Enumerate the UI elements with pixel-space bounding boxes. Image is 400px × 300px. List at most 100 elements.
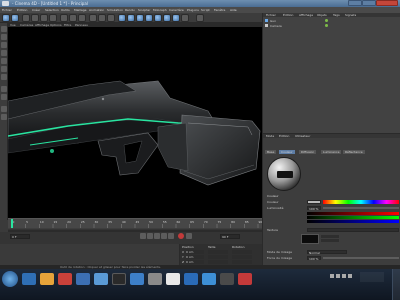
mat-tab-reflectance[interactable]: Réflectance	[343, 150, 365, 154]
om-menu-objects[interactable]: Objets	[315, 13, 329, 17]
mix-mode-select[interactable]: Normal	[307, 250, 347, 255]
am-menu-user[interactable]: Utilisateur	[293, 134, 312, 138]
taskbar-app-icon[interactable]	[76, 273, 90, 285]
tray-icon[interactable]	[336, 274, 340, 278]
mat-tab-basic[interactable]: Base	[265, 150, 277, 154]
subdivision-icon[interactable]	[136, 14, 144, 22]
menu-select[interactable]: Sélection	[45, 8, 59, 12]
om-menu-tags[interactable]: Tags	[331, 13, 342, 17]
taskbar-app-icon[interactable]	[40, 273, 54, 285]
menu-window[interactable]: Fenêtre	[214, 8, 225, 12]
size-z-field[interactable]	[208, 260, 228, 264]
goto-end-icon[interactable]	[168, 233, 174, 239]
tray-icon[interactable]	[348, 274, 352, 278]
menu-script[interactable]: Script	[201, 8, 210, 12]
previous-frame-icon[interactable]	[147, 233, 153, 239]
end-frame-field[interactable]: 90 F	[220, 234, 240, 239]
show-desktop-button[interactable]	[392, 269, 400, 300]
am-menu-edit[interactable]: Édition	[277, 134, 291, 138]
menu-help[interactable]: Aide	[230, 8, 237, 12]
scale-icon[interactable]	[40, 14, 48, 22]
red-channel-slider[interactable]	[307, 212, 399, 215]
tray-icon[interactable]	[342, 274, 346, 278]
menu-edit[interactable]: Édition	[17, 8, 27, 12]
clock[interactable]	[360, 272, 384, 282]
rotation-p-field[interactable]	[232, 255, 252, 259]
viewport-menu-display[interactable]: Affichage	[35, 23, 49, 27]
menu-character[interactable]: Caractère	[169, 8, 184, 12]
goto-start-icon[interactable]	[140, 233, 146, 239]
taskbar-app-icon[interactable]	[238, 273, 252, 285]
rotation-h-field[interactable]	[232, 250, 252, 254]
maximize-button[interactable]	[362, 0, 376, 6]
viewport-menu-filter[interactable]: Filtre	[64, 23, 71, 27]
floor-icon[interactable]	[163, 14, 171, 22]
color-spectrum[interactable]	[323, 200, 399, 204]
object-row-gun[interactable]: Gun	[265, 19, 395, 23]
taskbar-app-icon[interactable]	[22, 273, 36, 285]
taskbar-app-icon[interactable]	[184, 273, 198, 285]
viewport-menu-cameras[interactable]: Caméras	[20, 23, 33, 27]
brightness-field[interactable]: 100 %	[307, 206, 321, 211]
menu-render[interactable]: Rendu	[125, 8, 135, 12]
polygons-mode-icon[interactable]	[1, 74, 7, 80]
mat-tab-luminance[interactable]: Luminance	[321, 150, 342, 154]
z-axis-icon[interactable]	[78, 14, 86, 22]
playhead[interactable]	[11, 219, 13, 228]
taskbar-app-icon[interactable]	[220, 273, 234, 285]
taskbar-app-icon[interactable]	[166, 273, 180, 285]
texture-mode-icon[interactable]	[1, 42, 7, 48]
3d-viewport[interactable]	[8, 23, 262, 218]
om-menu-file[interactable]: Fichier	[264, 13, 278, 17]
taskbar-app-icon[interactable]	[202, 273, 216, 285]
menu-mesh[interactable]: Maillage	[74, 8, 87, 12]
viewport-menu-view[interactable]: Vue	[10, 23, 16, 27]
play-icon[interactable]	[154, 233, 160, 239]
taskbar-app-icon[interactable]	[130, 273, 144, 285]
coord-x-field[interactable]: 0 cm	[186, 250, 204, 254]
render-settings-icon[interactable]	[107, 14, 115, 22]
enable-axis-icon[interactable]	[1, 86, 7, 92]
mix-strength-slider[interactable]	[323, 257, 399, 259]
close-button[interactable]	[376, 0, 398, 6]
make-editable-icon[interactable]	[1, 26, 7, 32]
color-swatch[interactable]	[307, 200, 321, 204]
menu-file[interactable]: Fichier	[2, 8, 12, 12]
move-icon[interactable]	[31, 14, 39, 22]
start-button[interactable]	[2, 271, 18, 287]
mix-strength-field[interactable]: 100 %	[307, 256, 321, 261]
visibility-dot-icon[interactable]	[325, 19, 328, 22]
viewport-menu-panel[interactable]: Panneau	[75, 23, 88, 27]
workplane-icon[interactable]	[1, 50, 7, 56]
taskbar-app-icon[interactable]	[112, 273, 126, 285]
menu-sculpt[interactable]: Sculpter	[138, 8, 150, 12]
pen-icon[interactable]	[127, 14, 135, 22]
model-mode-icon[interactable]	[1, 34, 7, 40]
layout-icon[interactable]	[196, 14, 204, 22]
om-menu-view[interactable]: Affichage	[297, 13, 315, 17]
edges-mode-icon[interactable]	[1, 66, 7, 72]
brightness-slider[interactable]	[323, 207, 399, 209]
light-icon[interactable]	[181, 14, 189, 22]
menu-tools[interactable]: Outils	[61, 8, 70, 12]
rotate-icon[interactable]	[49, 14, 57, 22]
cube-icon[interactable]	[118, 14, 126, 22]
camera-icon[interactable]	[172, 14, 180, 22]
timeline[interactable]: 0 5 10 15 20 25 30 35 40 45 50 55 60 65 70 75 80 85 90	[8, 218, 262, 233]
minimize-button[interactable]	[348, 0, 362, 6]
live-selection-icon[interactable]	[22, 14, 30, 22]
visibility-dot-icon[interactable]	[325, 24, 328, 27]
size-y-field[interactable]	[208, 255, 228, 259]
rotation-b-field[interactable]	[232, 260, 252, 264]
current-frame-field[interactable]: 0 F	[10, 234, 30, 239]
texture-thumbnail[interactable]	[301, 234, 319, 244]
x-axis-icon[interactable]	[60, 14, 68, 22]
array-icon[interactable]	[145, 14, 153, 22]
points-mode-icon[interactable]	[1, 58, 7, 64]
undo-icon[interactable]	[2, 14, 10, 22]
y-axis-icon[interactable]	[69, 14, 77, 22]
render-view-icon[interactable]	[89, 14, 97, 22]
snap-icon[interactable]	[1, 106, 7, 112]
menu-mograph[interactable]: MoGraph	[153, 8, 167, 12]
tray-icon[interactable]	[330, 274, 334, 278]
